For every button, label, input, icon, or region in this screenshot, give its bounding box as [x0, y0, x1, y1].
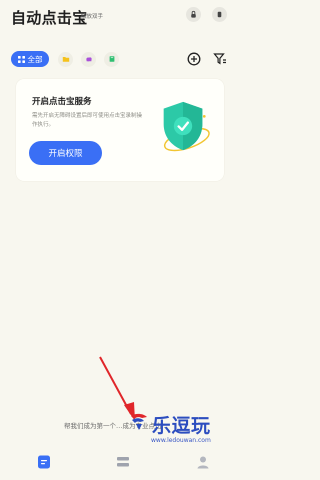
menu-icon [217, 11, 222, 18]
app-subtitle: 解放双手 [81, 14, 104, 20]
nav-scripts[interactable] [36, 454, 52, 470]
watermark-logo-icon [131, 413, 147, 430]
menu-button[interactable] [212, 7, 227, 22]
folder-icon [62, 57, 69, 62]
filter-button[interactable] [213, 51, 227, 65]
card-title: 开启点击宝服务 [32, 97, 92, 107]
tab-folder[interactable] [58, 51, 73, 67]
book-icon [109, 56, 114, 62]
category-tabs: 全部 [11, 51, 119, 67]
document-icon [38, 455, 50, 469]
stack-icon [117, 457, 129, 467]
tab-all-label: 全部 [27, 54, 43, 64]
lock-button[interactable] [186, 7, 201, 22]
enable-permission-button[interactable]: 开启权限 [29, 141, 102, 165]
permission-card: 开启点击宝服务 需先开启无障碍设置后即可使用点击宝录制操作执行。 开启权限 [16, 79, 224, 181]
cloud-icon [85, 57, 92, 62]
add-button[interactable] [187, 51, 201, 66]
add-icon [187, 52, 201, 66]
nav-profile[interactable] [195, 454, 211, 470]
grid-icon [17, 55, 25, 63]
filter-icon [213, 53, 226, 65]
user-icon [197, 456, 209, 469]
bottom-tab-bar [0, 446, 240, 480]
nav-tools[interactable] [115, 454, 131, 470]
shield-check-icon [163, 101, 210, 152]
watermark-name: 乐逗玩 [152, 415, 211, 437]
tab-cloud[interactable] [81, 51, 96, 67]
tab-all[interactable]: 全部 [11, 51, 49, 67]
tab-book[interactable] [104, 51, 119, 67]
app-title: 自动点击宝 [11, 9, 88, 27]
card-description: 需先开启无障碍设置后即可使用点击宝录制操作执行。 [32, 113, 143, 128]
lock-icon [191, 10, 196, 18]
watermark-url: www.ledouwan.com [151, 437, 211, 444]
annotation-arrow [99, 356, 135, 421]
